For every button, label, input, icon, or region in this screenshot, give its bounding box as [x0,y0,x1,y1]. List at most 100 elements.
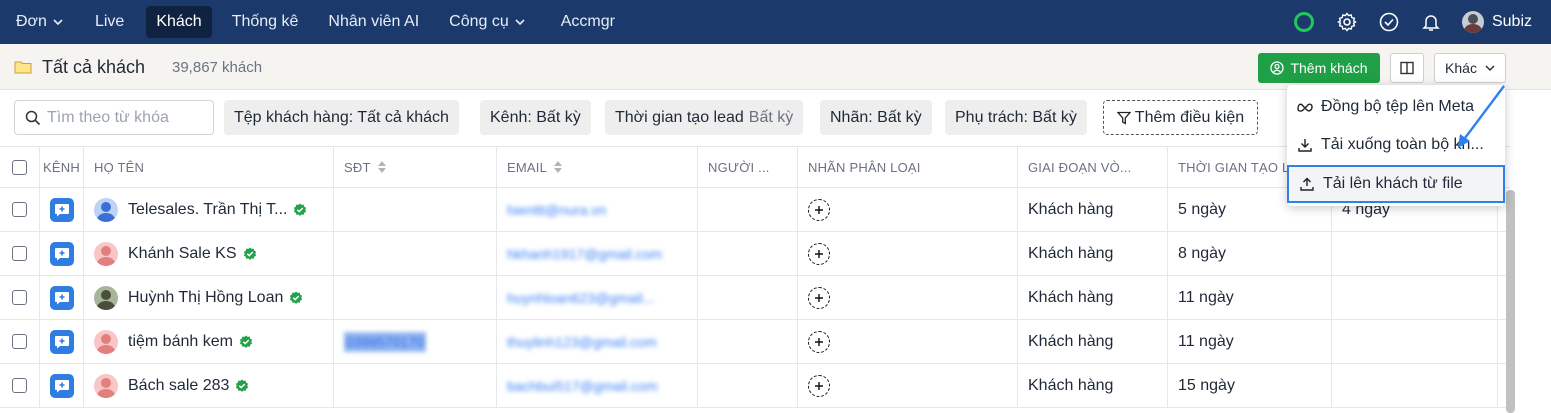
filter-chip-owner[interactable]: Phụ trách: Bất kỳ [945,100,1087,135]
table-row[interactable]: Khánh Sale KS hkhanh1917@gmail.com Khách h… [0,232,1510,276]
row-checkbox[interactable] [12,378,27,393]
column-label: GIAI ĐOẠN VÒ... [1028,159,1132,175]
owner-cell[interactable] [698,320,798,363]
email-cell[interactable]: thuylinh123@gmail.com [497,320,698,363]
add-label-icon[interactable] [808,374,830,397]
add-label-icon[interactable] [808,198,830,221]
nav-item-accmgr[interactable]: Accmgr [551,6,625,38]
nav-item-khach[interactable]: Khách [146,6,212,38]
email-cell[interactable]: bachbui517@gmail.com [497,364,698,407]
created-value: 11 ngày [1178,288,1234,306]
column-layout-button[interactable] [1390,53,1424,83]
row-checkbox[interactable] [12,246,27,261]
owner-cell[interactable] [698,276,798,319]
add-condition-button[interactable]: Thêm điều kiện [1103,100,1258,135]
email-cell[interactable]: hienttt@nura.vn [497,188,698,231]
sort-icon[interactable] [553,160,563,174]
filter-chip-label: Thời gian tạo lead [615,108,744,126]
nav-item-cong-cu[interactable]: Công cụ [439,6,535,38]
more-label: Khác [1445,60,1477,76]
name-cell[interactable]: Telesales. Trần Thị T... [84,188,334,231]
filter-chip-lead-time[interactable]: Thời gian tạo lead Bất kỳ [605,100,804,135]
column-label: EMAIL [507,159,548,175]
nav-item-thong-ke[interactable]: Thống kê [222,6,309,38]
user-avatar[interactable] [1461,11,1484,33]
nav-item-live[interactable]: Live [85,6,134,38]
menu-item-upload-file[interactable]: Tải lên khách từ file [1287,165,1505,203]
email-cell[interactable]: hkhanh1917@gmail.com [497,232,698,275]
bell-icon[interactable] [1420,11,1442,33]
column-header-stage[interactable]: GIAI ĐOẠN VÒ... [1018,147,1168,187]
table-header: KÊNH HỌ TÊN SĐT EMAIL NGƯỜI ... NHÃN PHÂ… [0,146,1510,188]
add-label-icon[interactable] [808,286,830,309]
owner-cell[interactable] [698,188,798,231]
vertical-scrollbar[interactable] [1506,190,1515,413]
customer-count: 39,867 khách [172,59,263,76]
avatar [94,197,118,222]
sort-icon[interactable] [377,160,387,174]
online-status-icon[interactable] [1293,12,1314,32]
labels-cell [798,276,1018,319]
gear-icon[interactable] [1336,11,1358,33]
phone-cell[interactable] [334,188,497,231]
column-header-channel[interactable]: KÊNH [40,147,84,187]
column-header-email[interactable]: EMAIL [497,147,698,187]
more-button[interactable]: Khác [1434,53,1506,83]
column-header-labels[interactable]: NHÃN PHÂN LOẠI [798,147,1018,187]
phone-cell[interactable] [334,232,497,275]
filter-chip-label-tag[interactable]: Nhãn: Bất kỳ [820,100,932,135]
created-cell: 15 ngày [1168,364,1332,407]
phone-cell[interactable]: 0399570170 [334,320,497,363]
nav-item-nhan-vien-ai[interactable]: Nhân viên AI [318,6,429,38]
customer-name: Bách sale 283 [128,376,230,394]
add-label-icon[interactable] [808,242,830,265]
filter-chip-segment[interactable]: Tệp khách hàng: Tất cả khách [224,100,459,135]
name-cell[interactable]: Bách sale 283 [84,364,334,407]
table-row[interactable]: tiệm bánh kem 0399570170 thuylinh123@gmail… [0,320,1510,364]
stage-cell: Khách hàng [1018,320,1168,363]
name-cell[interactable]: Huỳnh Thị Hồng Loan [84,276,334,319]
channel-cell [40,276,84,319]
row-checkbox[interactable] [12,202,27,217]
phone-cell[interactable] [334,364,497,407]
nav-label: Accmgr [560,13,615,30]
column-header-name[interactable]: HỌ TÊN [84,147,334,187]
search-input[interactable] [47,108,207,127]
labels-cell [798,320,1018,363]
email-value: thuylinh123@gmail.com [507,333,657,350]
chat-channel-icon [49,373,74,398]
owner-cell[interactable] [698,232,798,275]
row-checkbox[interactable] [12,290,27,305]
phone-cell[interactable] [334,276,497,319]
table-row[interactable]: Huỳnh Thị Hồng Loan huynhloan623@gmail...… [0,276,1510,320]
nav-item-don[interactable]: Đơn [6,6,73,38]
labels-cell [798,232,1018,275]
created-value: 15 ngày [1178,376,1235,394]
stage-cell: Khách hàng [1018,364,1168,407]
search-icon [25,110,41,125]
check-circle-icon[interactable] [1378,11,1400,33]
user-name[interactable]: Subiz [1492,13,1532,31]
email-cell[interactable]: huynhloan623@gmail... [497,276,698,319]
search-box [14,100,214,135]
table-row[interactable]: Telesales. Trần Thị T... hienttt@nura.vn K… [0,188,1510,232]
filter-chip-channel[interactable]: Kênh: Bất kỳ [480,100,591,135]
customer-name: Telesales. Trần Thị T... [128,200,288,218]
name-cell[interactable]: tiệm bánh kem [84,320,334,363]
name-cell[interactable]: Khánh Sale KS [84,232,334,275]
table-row[interactable]: Bách sale 283 bachbui517@gmail.com Khách h… [0,364,1510,408]
download-icon [1297,137,1313,153]
stage-value: Khách hàng [1028,288,1114,306]
owner-cell[interactable] [698,364,798,407]
add-label-icon[interactable] [808,330,830,353]
column-header-owner[interactable]: NGƯỜI ... [698,147,798,187]
column-label: NGƯỜI ... [708,159,770,175]
stage-cell: Khách hàng [1018,188,1168,231]
created-value: 8 ngày [1178,244,1227,262]
customer-name: Khánh Sale KS [128,244,237,262]
add-customer-button[interactable]: Thêm khách [1258,53,1380,83]
select-all-checkbox[interactable] [12,159,27,175]
row-checkbox[interactable] [12,334,27,349]
nav-label: Công cụ [449,13,509,30]
column-header-phone[interactable]: SĐT [334,147,497,187]
